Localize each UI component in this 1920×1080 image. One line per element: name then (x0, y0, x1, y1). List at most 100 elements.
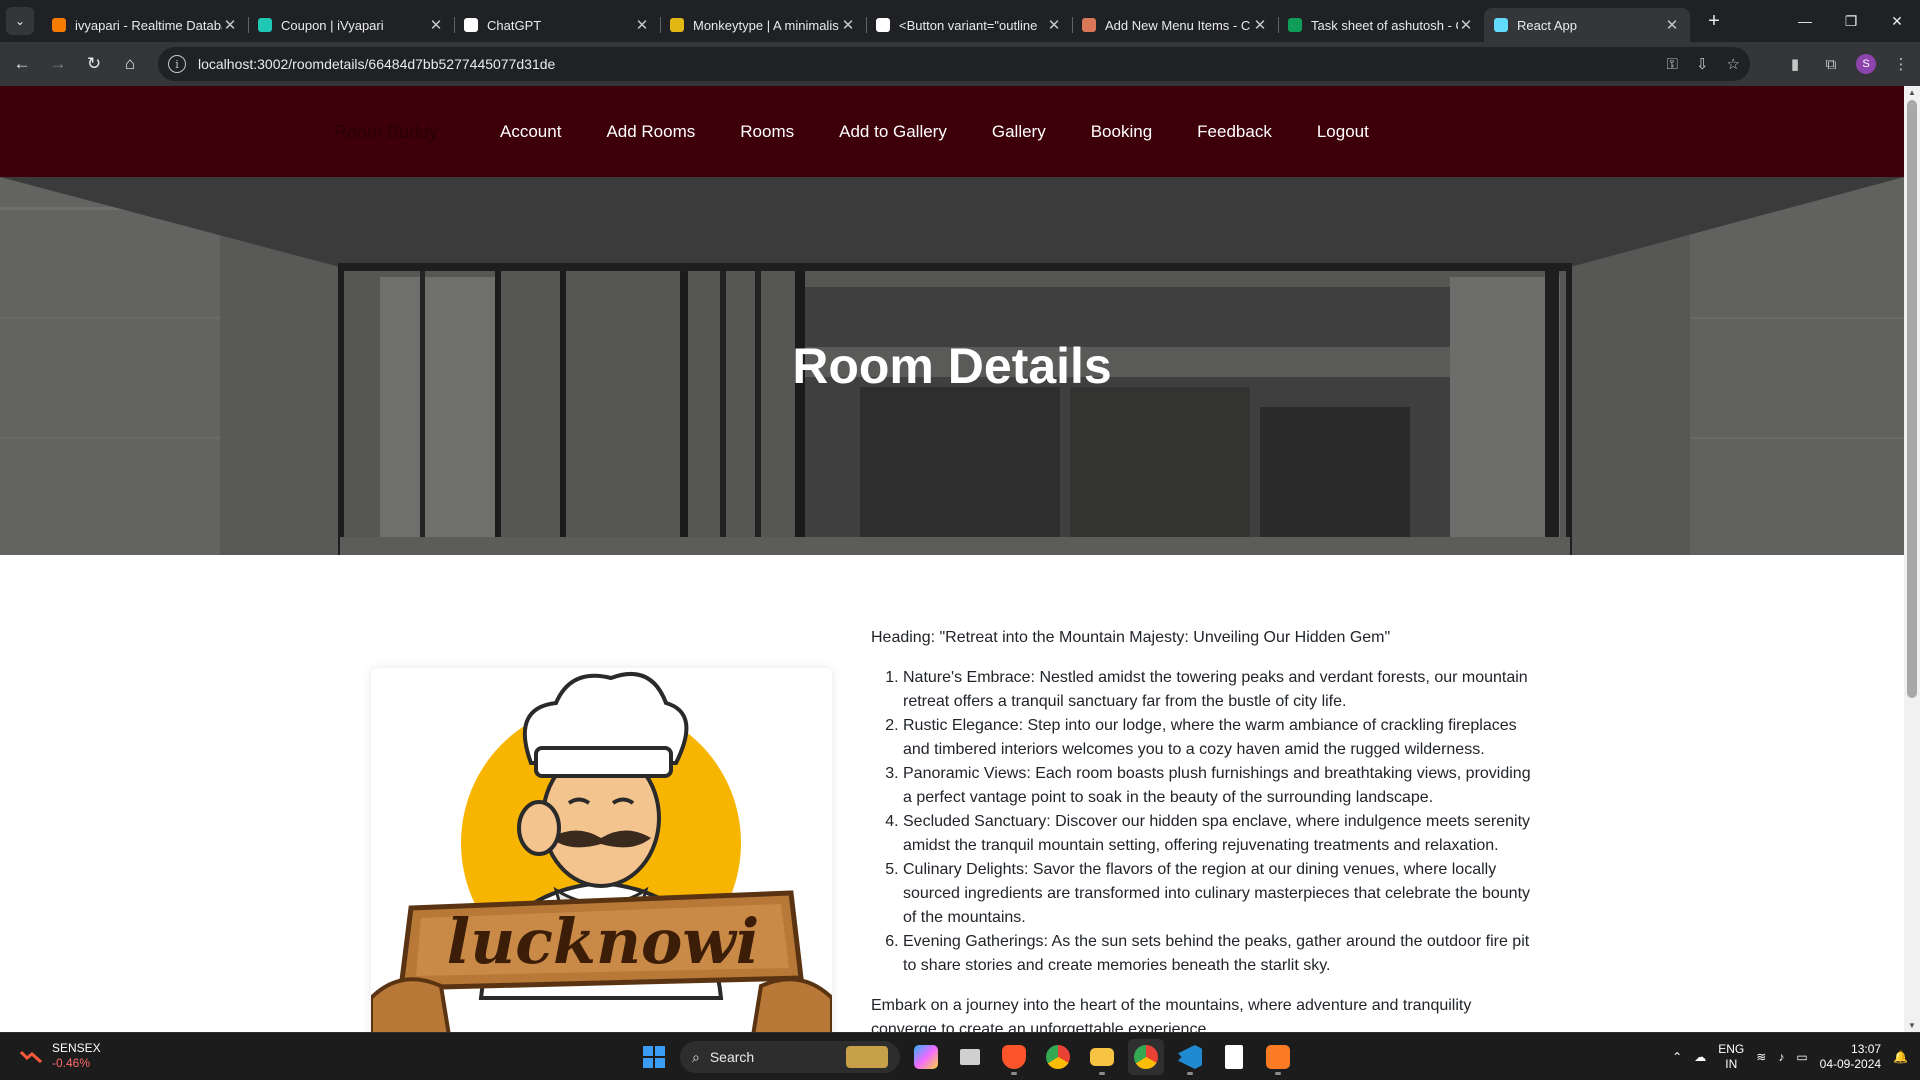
ivyapari-icon (258, 18, 272, 32)
room-description: Heading: "Retreat into the Mountain Maje… (871, 626, 1531, 1032)
notification-bell-icon[interactable]: 🔔 (1893, 1050, 1908, 1064)
page-scrollbar[interactable]: ▲ ▼ (1904, 86, 1920, 1032)
profile-avatar[interactable]: S (1856, 54, 1876, 74)
tab-title: Add New Menu Items - C (1105, 17, 1251, 33)
nav-link-booking[interactable]: Booking (1091, 122, 1152, 142)
claude-icon (1082, 18, 1096, 32)
stock-widget[interactable]: SENSEX -0.46% (20, 1041, 101, 1071)
install-app-icon[interactable]: ⇩ (1696, 55, 1709, 73)
chef-logo-image: lucknowi (371, 672, 832, 1032)
bookmark-star-icon[interactable]: ☆ (1727, 55, 1740, 73)
tab-close-icon[interactable]: ✕ (1664, 16, 1680, 34)
menu-kebab-icon[interactable]: ⋮ (1890, 55, 1912, 73)
chrome-profile-app[interactable] (1128, 1039, 1164, 1075)
browser-tab[interactable]: Add New Menu Items - C ✕ (1072, 8, 1278, 42)
browser-tab[interactable]: ChatGPT ✕ (454, 8, 660, 42)
tab-title: Task sheet of ashutosh - G (1311, 17, 1458, 33)
folder-icon (1090, 1048, 1114, 1066)
volume-icon[interactable]: ♪ (1778, 1050, 1784, 1064)
tab-close-icon[interactable]: ✕ (428, 16, 444, 34)
scroll-up-icon[interactable]: ▲ (1904, 88, 1920, 97)
browser-tab[interactable]: ivyapari - Realtime Databa ✕ (42, 8, 248, 42)
notepad-app[interactable] (1216, 1039, 1252, 1075)
nav-link-add-rooms[interactable]: Add Rooms (606, 122, 695, 142)
clock-time: 13:07 (1851, 1042, 1882, 1056)
restore-button[interactable]: ❐ (1828, 0, 1874, 42)
tab-close-icon[interactable]: ✕ (222, 16, 238, 34)
nav-link-logout[interactable]: Logout (1317, 122, 1369, 142)
hero-title: Room Details (792, 338, 1112, 394)
tab-close-icon[interactable]: ✕ (1458, 16, 1474, 34)
chevron-up-icon[interactable]: ⌃ (1672, 1050, 1682, 1064)
site-navbar: Room Buddy Account Add Rooms Rooms Add to G… (0, 86, 1904, 177)
browser-tab[interactable]: Monkeytype | A minimalis ✕ (660, 8, 866, 42)
widget-value: -0.46% (52, 1056, 91, 1070)
copilot-icon (914, 1045, 938, 1069)
nav-link-feedback[interactable]: Feedback (1197, 122, 1272, 142)
taskbar-apps: ⌕ Search (636, 1039, 1296, 1075)
browser-tab[interactable]: Task sheet of ashutosh - G ✕ (1278, 8, 1484, 42)
site-info-icon[interactable]: i (168, 55, 186, 73)
file-explorer-app[interactable] (1084, 1039, 1120, 1075)
language-code: ENG (1718, 1042, 1745, 1056)
tab-strip: ivyapari - Realtime Databa ✕ Coupon | iVya… (42, 0, 1690, 42)
chrome-app[interactable] (1040, 1039, 1076, 1075)
extensions-icon[interactable]: ⧉ (1820, 56, 1842, 73)
new-tab-button[interactable]: + (1700, 10, 1728, 33)
tab-close-icon[interactable]: ✕ (1046, 16, 1062, 34)
copilot-app[interactable] (908, 1039, 944, 1075)
windows-taskbar: SENSEX -0.46% ⌕ Search ⌃ ☁ ENG IN ≋ ♪ ▭ … (0, 1032, 1920, 1080)
vscode-app[interactable] (1172, 1039, 1208, 1075)
battery-icon[interactable]: ▭ (1796, 1050, 1807, 1064)
scroll-down-icon[interactable]: ▼ (1904, 1021, 1920, 1030)
close-window-button[interactable]: ✕ (1874, 0, 1920, 42)
minimize-button[interactable]: — (1782, 0, 1828, 42)
region-code: IN (1725, 1057, 1738, 1071)
back-button[interactable]: ← (4, 46, 40, 82)
wifi-icon[interactable]: ≋ (1756, 1050, 1766, 1064)
chatgpt-icon (464, 18, 478, 32)
reload-icon: ↻ (86, 54, 102, 73)
start-button[interactable] (636, 1039, 672, 1075)
feature-list-item: Culinary Delights: Savor the flavors of … (903, 858, 1531, 930)
tab-close-icon[interactable]: ✕ (1252, 16, 1268, 34)
tab-title: Coupon | iVyapari (281, 17, 384, 33)
nav-link-rooms[interactable]: Rooms (740, 122, 794, 142)
tab-close-icon[interactable]: ✕ (634, 16, 650, 34)
tab-search-button[interactable]: ⌄ (6, 7, 34, 35)
brave-app[interactable] (996, 1039, 1032, 1075)
feature-list: Nature's Embrace: Nestled amidst the tow… (871, 666, 1531, 978)
description-closing: Embark on a journey into the heart of th… (871, 997, 1472, 1032)
browser-tab[interactable]: Coupon | iVyapari ✕ (248, 8, 454, 42)
taskbar-search[interactable]: ⌕ Search (680, 1041, 900, 1073)
site-brand[interactable]: Room Buddy (334, 122, 438, 143)
home-icon: ⌂ (124, 54, 136, 73)
nav-link-gallery[interactable]: Gallery (992, 122, 1046, 142)
browser-tab[interactable]: <Button variant="outline ✕ (866, 8, 1072, 42)
browser-tab-bar: ⌄ ivyapari - Realtime Databa ✕ Coupon | iV… (0, 0, 1920, 42)
nav-link-account[interactable]: Account (500, 122, 561, 142)
page-viewport: Room Buddy Account Add Rooms Rooms Add to G… (0, 86, 1904, 1032)
tab-title: React App (1517, 17, 1577, 33)
sheets-icon (1288, 18, 1302, 32)
language-indicator[interactable]: ENG IN (1718, 1042, 1744, 1072)
nav-link-add-to-gallery[interactable]: Add to Gallery (839, 122, 947, 142)
address-bar[interactable]: i localhost:3002/roomdetails/66484d7bb52… (158, 47, 1750, 81)
scrollbar-thumb[interactable] (1907, 100, 1917, 698)
onedrive-cloud-icon[interactable]: ☁ (1694, 1050, 1706, 1064)
browser-tab[interactable]: React App ✕ (1484, 8, 1690, 42)
xampp-app[interactable] (1260, 1039, 1296, 1075)
tab-title: <Button variant="outline (899, 17, 1038, 33)
react-icon (1494, 18, 1508, 32)
url-text[interactable]: localhost:3002/roomdetails/66484d7bb5277… (198, 56, 1649, 72)
tab-close-icon[interactable]: ✕ (840, 16, 856, 34)
home-button[interactable]: ⌂ (112, 46, 148, 82)
task-view-app[interactable] (952, 1039, 988, 1075)
tab-title: ChatGPT (487, 17, 542, 33)
side-panel-icon[interactable]: ▮ (1784, 55, 1806, 73)
system-clock[interactable]: 13:07 04-09-2024 (1820, 1042, 1881, 1072)
password-key-icon[interactable]: ⚿ (1667, 56, 1678, 73)
forward-button[interactable]: → (40, 46, 76, 82)
reload-button[interactable]: ↻ (76, 46, 112, 82)
tab-title: ivyapari - Realtime Databa (75, 17, 222, 33)
